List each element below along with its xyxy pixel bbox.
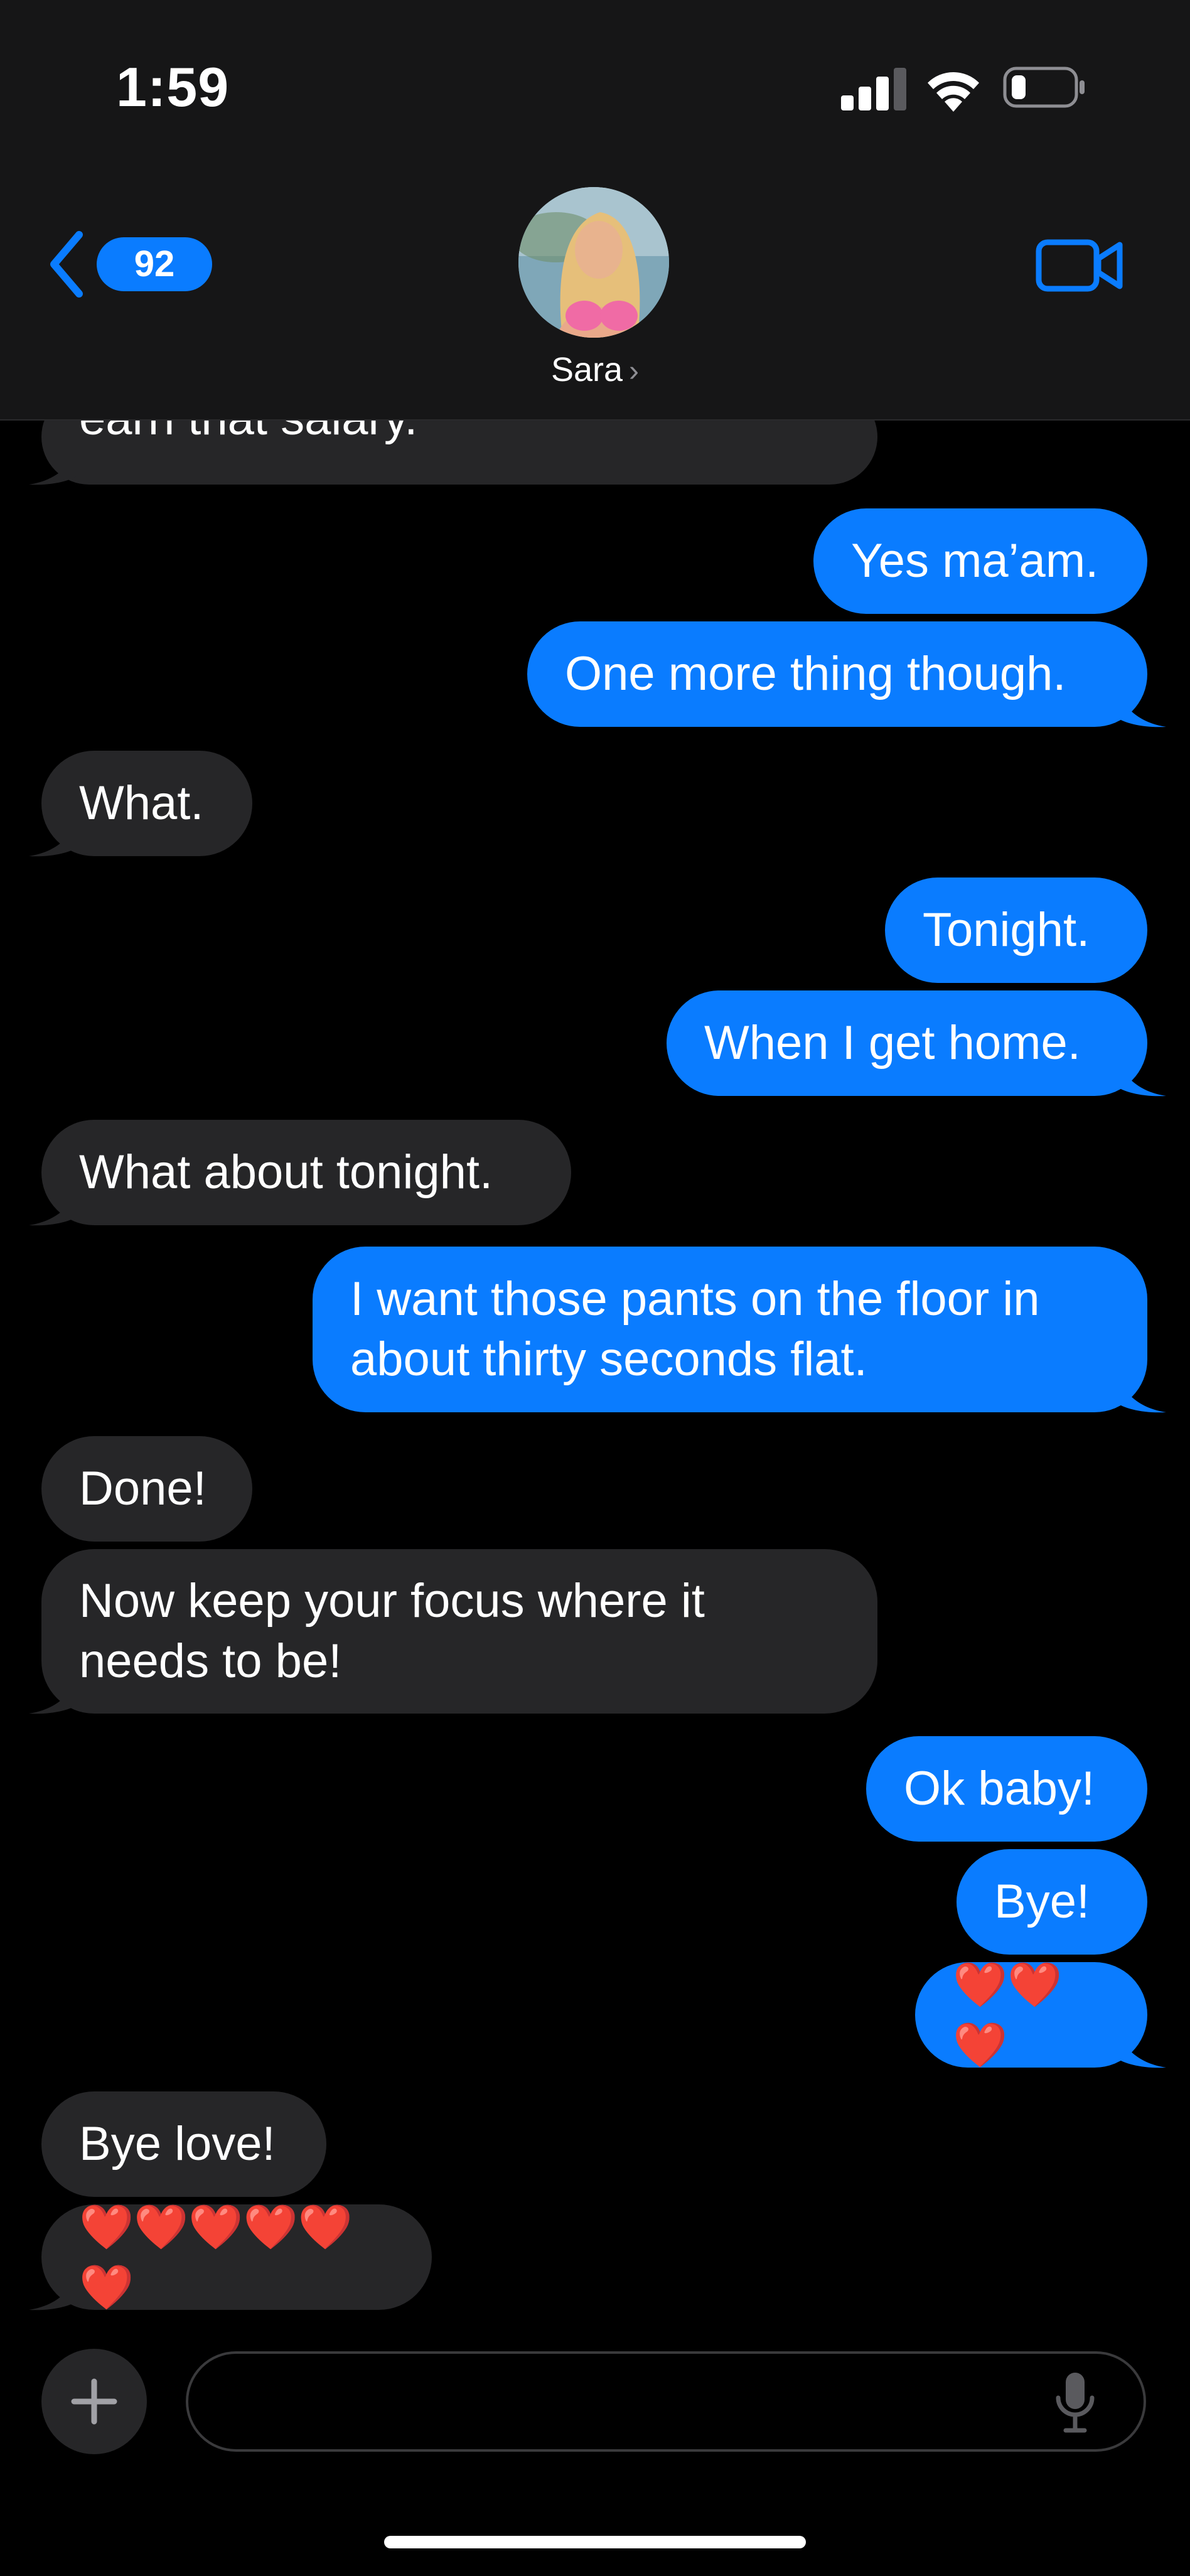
message-text: What. [79,776,204,830]
microphone-icon[interactable] [1054,2370,1096,2433]
navigation-header: 1:59 92 Sara › [0,0,1190,421]
bubble-tail [29,1183,79,1226]
message-bubble-incoming[interactable]: What about tonight. [29,1120,571,1226]
status-time: 1:59 [116,56,230,118]
bubble-tail [1116,684,1166,727]
video-camera-icon[interactable] [1036,237,1123,294]
bubble-tail [29,442,79,485]
message-text: Done! [79,1462,206,1515]
message-bubble-outgoing[interactable]: I want those pants on the floor in about… [313,1247,1166,1413]
add-attachment-button[interactable] [41,2349,147,2454]
bubble-tail [1116,1370,1166,1413]
contact-name: Sara [550,351,623,389]
bubble-tail [29,1671,79,1714]
message-bubble-outgoing[interactable]: Tonight. [885,877,1147,983]
message-text: What about tonight. [79,1146,493,1199]
chevron-right-icon: › [629,355,640,388]
message-text: When I get home. [704,1016,1081,1070]
bubble-tail [29,813,79,857]
message-text: Bye! [994,1875,1090,1928]
cellular-signal-icon [841,68,906,110]
bubble-tail [1116,1053,1166,1097]
message-text: Yes ma’am. [851,534,1099,588]
back-button[interactable]: 92 [46,230,212,299]
avatar-photo [518,187,669,338]
message-bubble-incoming[interactable]: Done! [41,1436,252,1542]
message-text: Ok baby! [904,1762,1095,1815]
contact-name-button[interactable]: Sara › [0,350,1190,389]
battery-icon [1003,67,1085,108]
message-text: One more thing though. [565,647,1066,700]
message-bubble-outgoing[interactable]: Ok baby! [866,1736,1147,1842]
bubble-tail [29,2267,79,2310]
message-text: Now keep your focus where it needs to be… [79,1574,705,1688]
message-text: ❤️❤️❤️ [953,1960,1063,2069]
home-indicator[interactable] [384,2536,806,2548]
message-bubble-outgoing[interactable]: One more thing though. [527,621,1166,727]
contact-avatar[interactable] [518,187,669,338]
plus-icon [71,2378,117,2425]
chevron-left-icon [50,231,83,298]
message-text: Tonight. [923,903,1090,957]
message-bubble-outgoing[interactable]: Bye! [957,1849,1147,1955]
message-bubble-outgoing[interactable]: ❤️❤️❤️ [915,1960,1166,2069]
message-bubble-incoming[interactable]: Bye love! [41,2091,326,2197]
message-bubble-incoming[interactable]: What. [29,751,252,857]
message-text: ❤️❤️❤️❤️❤️❤️ [79,2203,353,2312]
message-bubble-outgoing[interactable]: Yes ma’am. [813,508,1147,614]
message-bubble-outgoing[interactable]: When I get home. [667,990,1166,1097]
bubble-tail [1116,2025,1166,2068]
wifi-icon [928,72,979,112]
unread-count-badge: 92 [97,237,212,291]
message-text: I want those pants on the floor in about… [350,1272,1040,1386]
message-bubble-incoming[interactable]: Now keep your focus where it needs to be… [29,1549,877,1714]
message-text: Bye love! [79,2117,276,2171]
messages-screen: earn that salary. Yes ma’am. One more th… [0,0,1190,2576]
message-input[interactable] [186,2351,1146,2452]
message-bubble-incoming[interactable]: ❤️❤️❤️❤️❤️❤️ [29,2203,432,2312]
